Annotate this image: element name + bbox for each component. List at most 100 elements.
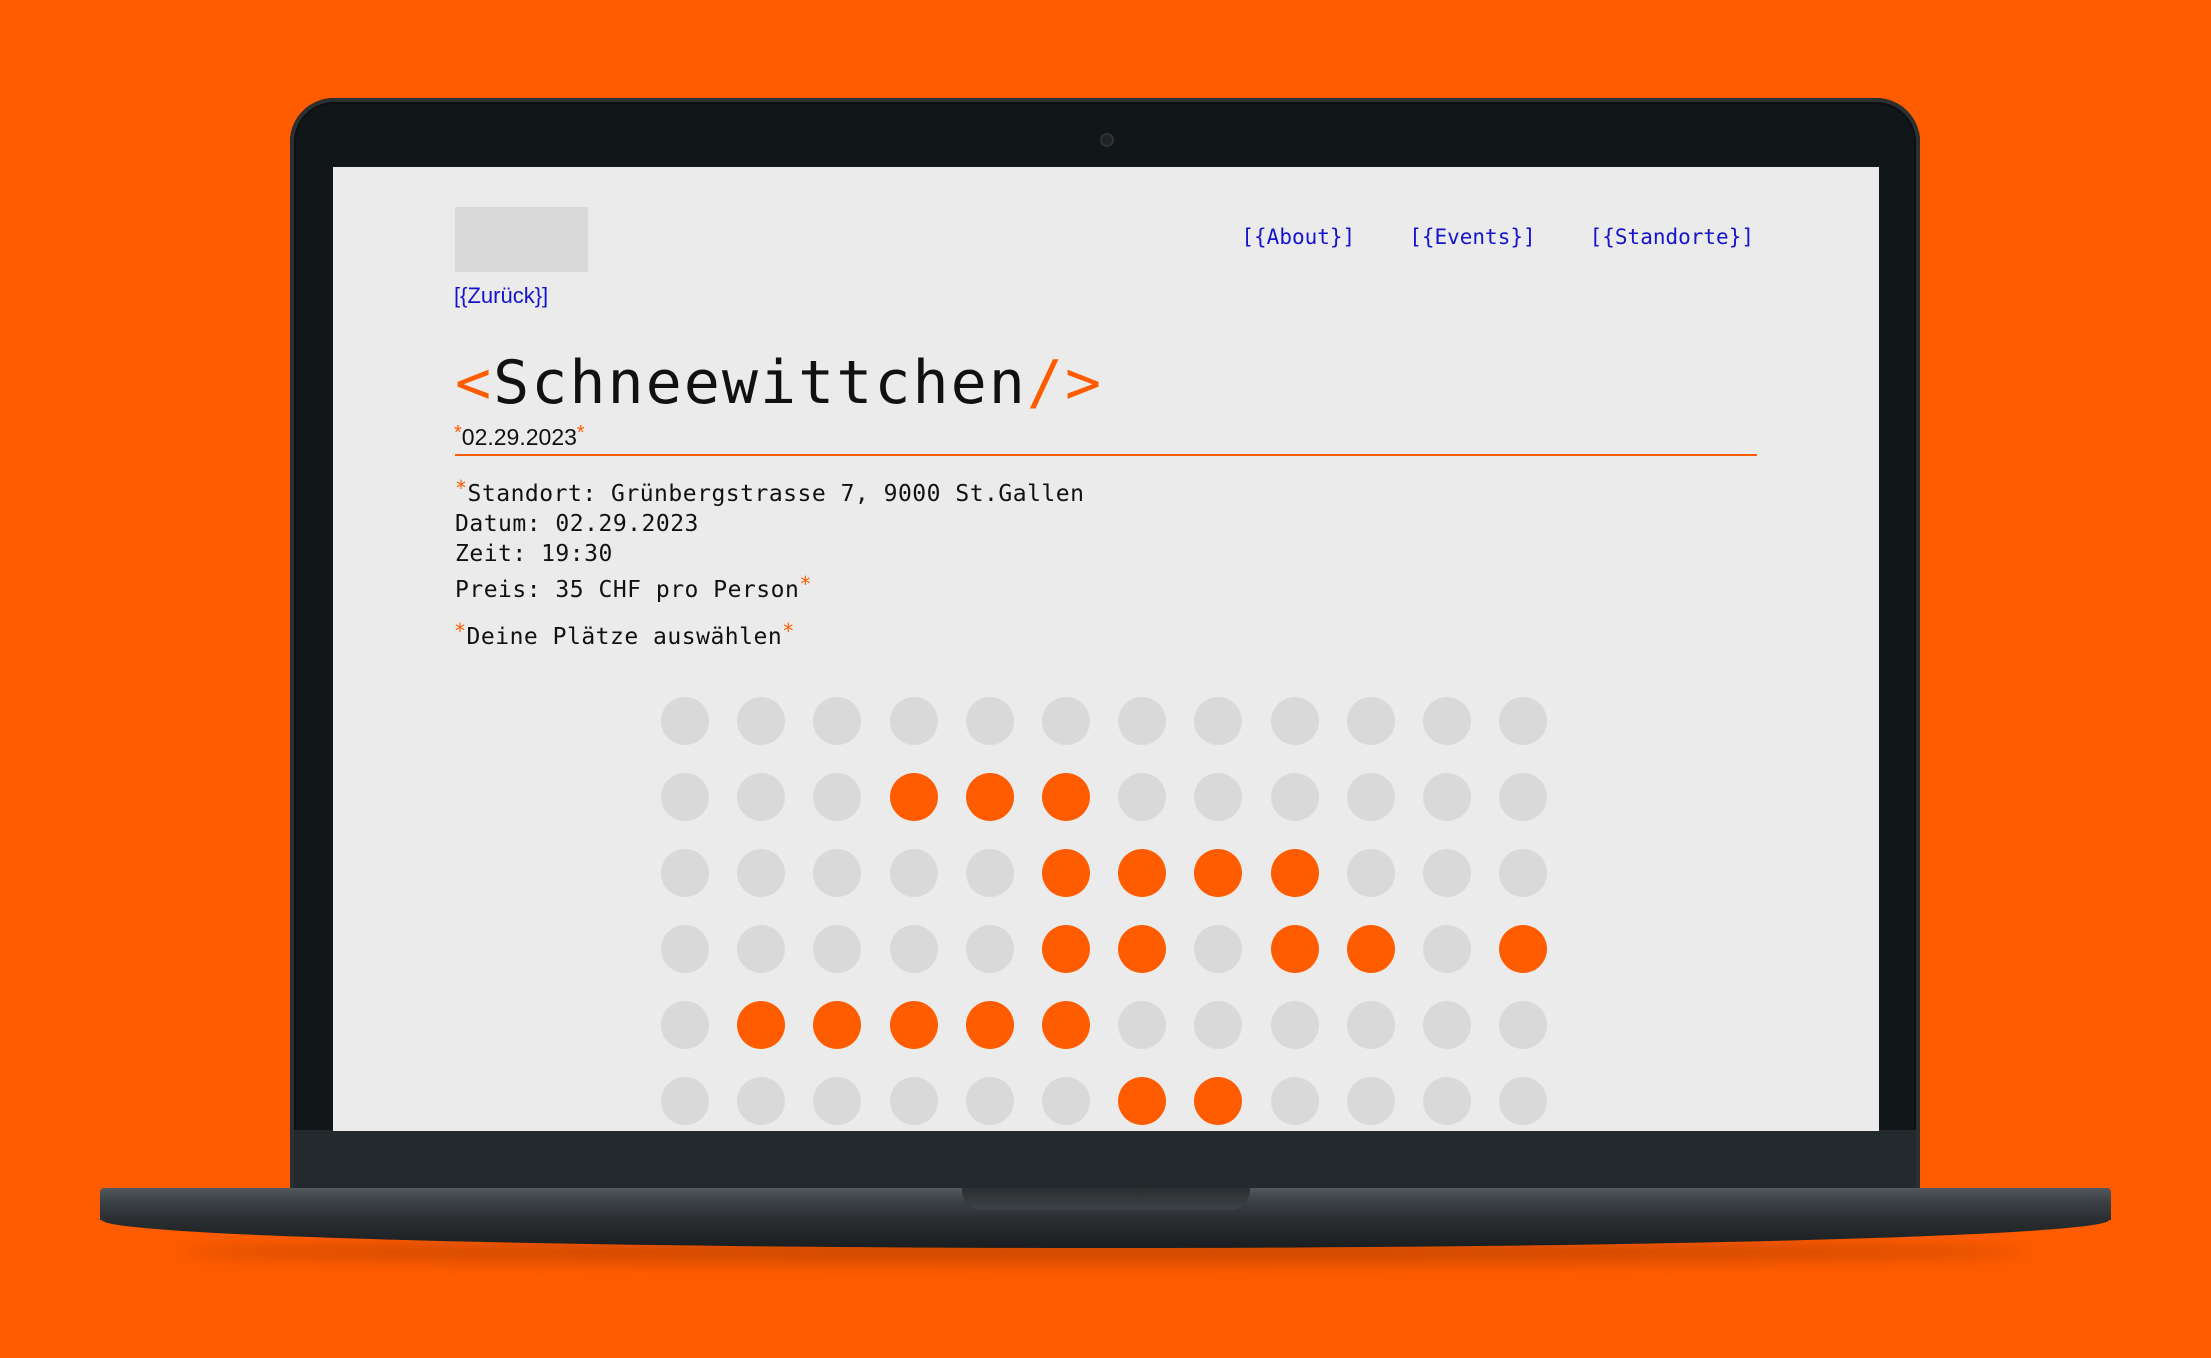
seat-available[interactable]: [1422, 1001, 1471, 1049]
detail-preis-text: Preis: 35 CHF pro Person: [455, 577, 800, 603]
seat-available[interactable]: [737, 925, 786, 973]
seat-available[interactable]: [737, 1077, 786, 1125]
laptop-notch: [962, 1188, 1250, 1210]
seat-available[interactable]: [661, 697, 709, 745]
seat-available[interactable]: [1118, 1001, 1167, 1049]
seat-available[interactable]: [1499, 849, 1548, 897]
seat-available[interactable]: [1422, 697, 1471, 745]
seat-selected[interactable]: [889, 773, 938, 821]
seat-selected[interactable]: [965, 773, 1014, 821]
seat-selected[interactable]: [1346, 925, 1395, 973]
title-divider: [455, 454, 1757, 456]
webcam: [1100, 133, 1114, 147]
seat-available[interactable]: [1422, 849, 1471, 897]
seat-selected[interactable]: [1041, 925, 1090, 973]
event-title: <Schneewittchen/>: [455, 353, 1103, 413]
choose-seats-text: Deine Plätze auswählen: [466, 624, 783, 650]
seat-selected[interactable]: [1118, 1077, 1167, 1125]
detail-standort-text: Standort: Grünbergstrasse 7, 9000 St.Gal…: [467, 481, 1085, 507]
seat-available[interactable]: [889, 849, 938, 897]
seat-available[interactable]: [1499, 1077, 1548, 1125]
seat-available[interactable]: [1346, 1077, 1395, 1125]
seat-available[interactable]: [661, 849, 709, 897]
nav-events-link[interactable]: [{Events}]: [1409, 225, 1535, 249]
seat-selected[interactable]: [1118, 849, 1167, 897]
seat-available[interactable]: [1194, 1001, 1243, 1049]
title-text: Schneewittchen: [493, 348, 1027, 418]
choose-asterisk-right: *: [782, 619, 795, 643]
seat-available[interactable]: [661, 1077, 709, 1125]
seat-available[interactable]: [737, 773, 786, 821]
seat-available[interactable]: [889, 697, 938, 745]
seat-available[interactable]: [1270, 773, 1319, 821]
seat-available[interactable]: [1422, 773, 1471, 821]
seat-available[interactable]: [661, 1001, 709, 1049]
details-asterisk-right: *: [799, 572, 812, 596]
title-close-slash: /: [1026, 348, 1065, 418]
seat-available[interactable]: [889, 1077, 938, 1125]
seat-available[interactable]: [813, 773, 862, 821]
back-link[interactable]: [{Zurück}]: [454, 283, 548, 309]
seat-available[interactable]: [737, 697, 786, 745]
seat-available[interactable]: [1422, 1077, 1471, 1125]
seat-available[interactable]: [1270, 697, 1319, 745]
seat-available[interactable]: [1194, 773, 1243, 821]
seat-selected[interactable]: [1118, 925, 1167, 973]
details-asterisk-left: *: [455, 476, 468, 500]
seat-available[interactable]: [1346, 1001, 1395, 1049]
seat-available[interactable]: [661, 773, 709, 821]
seat-available[interactable]: [1346, 849, 1395, 897]
event-details: *Standort: Grünbergstrasse 7, 9000 St.Ga…: [455, 473, 1084, 605]
seat-available[interactable]: [1118, 697, 1167, 745]
seat-available[interactable]: [1041, 1077, 1090, 1125]
seat-available[interactable]: [1041, 697, 1090, 745]
seat-selected[interactable]: [1270, 925, 1319, 973]
seat-selected[interactable]: [1270, 849, 1319, 897]
seat-grid: [661, 697, 1548, 1125]
seat-available[interactable]: [813, 697, 862, 745]
seat-available[interactable]: [1194, 925, 1243, 973]
seat-selected[interactable]: [1041, 1001, 1090, 1049]
seat-available[interactable]: [965, 849, 1014, 897]
seat-selected[interactable]: [813, 1001, 862, 1049]
seat-available[interactable]: [1499, 697, 1548, 745]
nav-about-link[interactable]: [{About}]: [1241, 225, 1355, 249]
seat-selected[interactable]: [965, 1001, 1014, 1049]
main-nav: [{About}] [{Events}] [{Standorte}]: [1241, 225, 1754, 249]
seat-available[interactable]: [1270, 1001, 1319, 1049]
seat-available[interactable]: [1194, 697, 1243, 745]
logo-placeholder: [455, 207, 588, 272]
seat-available[interactable]: [1422, 925, 1471, 973]
seat-available[interactable]: [965, 1077, 1014, 1125]
date-asterisk-left: *: [454, 422, 462, 444]
seat-available[interactable]: [965, 925, 1014, 973]
detail-preis: Preis: 35 CHF pro Person*: [455, 569, 1084, 605]
seat-selected[interactable]: [1499, 925, 1548, 973]
choose-asterisk-left: *: [454, 619, 467, 643]
seat-available[interactable]: [813, 1077, 862, 1125]
seat-available[interactable]: [813, 849, 862, 897]
laptop-bezel-bottom: [294, 1130, 1916, 1188]
seat-selected[interactable]: [889, 1001, 938, 1049]
seat-selected[interactable]: [737, 1001, 786, 1049]
detail-standort: *Standort: Grünbergstrasse 7, 9000 St.Ga…: [455, 473, 1084, 509]
seat-available[interactable]: [889, 925, 938, 973]
seat-available[interactable]: [1118, 773, 1167, 821]
seat-selected[interactable]: [1194, 849, 1243, 897]
seat-available[interactable]: [1499, 773, 1548, 821]
seat-available[interactable]: [1499, 1001, 1548, 1049]
nav-standorte-link[interactable]: [{Standorte}]: [1590, 225, 1754, 249]
seat-available[interactable]: [965, 697, 1014, 745]
event-date: *02.29.2023*: [454, 422, 585, 451]
date-text: 02.29.2023: [461, 424, 577, 450]
seat-available[interactable]: [1346, 773, 1395, 821]
seat-selected[interactable]: [1194, 1077, 1243, 1125]
seat-selected[interactable]: [1041, 773, 1090, 821]
seat-available[interactable]: [813, 925, 862, 973]
seat-selected[interactable]: [1041, 849, 1090, 897]
seat-available[interactable]: [661, 925, 709, 973]
seat-available[interactable]: [737, 849, 786, 897]
seat-available[interactable]: [1270, 1077, 1319, 1125]
detail-zeit: Zeit: 19:30: [455, 541, 613, 567]
seat-available[interactable]: [1346, 697, 1395, 745]
